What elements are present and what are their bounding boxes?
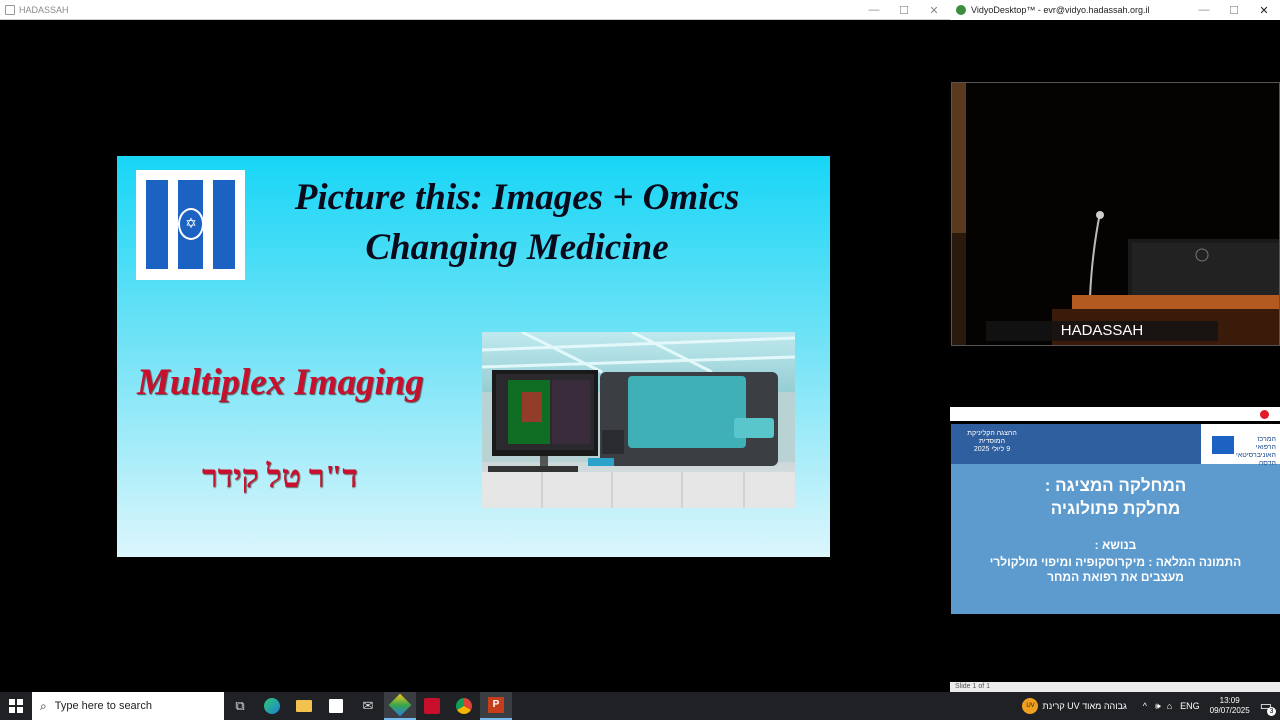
start-button[interactable] — [0, 692, 32, 720]
vidyo-close-button[interactable]: ✕ — [1248, 0, 1280, 20]
topic-line2: מעצבים את רפואת המחר — [1047, 570, 1184, 584]
shared-slide-header: ההצגה הקליניקת המוסדית 9 ליולי 2025 — [951, 424, 1201, 464]
notification-count: 3 — [1267, 707, 1276, 716]
star-of-david-icon: ✡ — [178, 208, 204, 240]
shared-slide-date: 9 ליולי 2025 — [973, 446, 1011, 453]
clock[interactable]: 13:09 09/07/2025 — [1210, 696, 1250, 716]
viewer-statusbar: Slide 1 of 1 — [950, 682, 1280, 692]
slide-subtitle: Multiplex Imaging — [137, 362, 424, 403]
notification-icon[interactable]: ▭ 3 — [1260, 698, 1276, 716]
presentation-window: HADASSAH — ☐ ✕ ✡ Picture this: Images + … — [0, 0, 950, 692]
windows-icon — [9, 699, 23, 713]
vidyo-minimize-button[interactable]: — — [1188, 0, 1220, 20]
presentation-titlebar[interactable]: HADASSAH — ☐ ✕ — [0, 0, 950, 20]
hadassah-medical-center-logo: המרכז הרפואי האוניברסיטאי הדסה — [1206, 428, 1276, 467]
hadassah-logo-mark — [1212, 436, 1234, 454]
vidyo-icon — [956, 5, 966, 15]
slide-title-line1: Picture this: Images + Omics — [294, 177, 740, 218]
topic-label: בנושא : — [1094, 538, 1137, 552]
close-button[interactable]: ✕ — [918, 0, 950, 20]
system-tray: UV קרינת UV גבוהה מאוד ^ 🕪 ⌂ ENG 13:09 0… — [1022, 692, 1280, 720]
camera-label: HADASSAH — [986, 321, 1218, 341]
taskbar: ⌕ Type here to search ⧉ ✉ P UV קרינת UV … — [0, 692, 1280, 720]
department-line2: מחלקת פתולוגיה — [1050, 499, 1181, 518]
window-app-icon — [5, 4, 15, 15]
task-view-icon[interactable]: ⧉ — [224, 692, 256, 720]
volume-icon[interactable]: 🕪 — [1155, 701, 1161, 712]
chrome-icon[interactable] — [448, 692, 480, 720]
search-icon: ⌕ — [40, 698, 47, 713]
camera-feed[interactable]: HADASSAH — [951, 82, 1280, 346]
vidyo-window: VidyoDesktop™ - evr@vidyo.hadassah.org.i… — [950, 0, 1280, 692]
shared-content-slide[interactable]: ההצגה הקליניקת המוסדית 9 ליולי 2025 המרכ… — [951, 424, 1280, 614]
edge-icon[interactable] — [256, 692, 288, 720]
lab-instrument-photo — [482, 332, 795, 508]
file-explorer-icon[interactable] — [288, 692, 320, 720]
window-title: HADASSAH — [19, 4, 69, 15]
presenter-name: ד"ר טל קידר — [202, 458, 358, 494]
search-placeholder: Type here to search — [54, 700, 152, 712]
maximize-button[interactable]: ☐ — [888, 0, 920, 20]
vidyo-window-title: VidyoDesktop™ - evr@vidyo.hadassah.org.i… — [971, 5, 1150, 15]
record-indicator-icon — [1260, 410, 1269, 419]
shared-content-header — [950, 407, 1280, 421]
vidyo-maximize-button[interactable]: ☐ — [1218, 0, 1250, 20]
language-indicator[interactable]: ENG — [1180, 701, 1200, 711]
mail-icon[interactable]: ✉ — [352, 692, 384, 720]
powerpoint-icon[interactable]: P — [480, 692, 512, 720]
network-icon[interactable]: ⌂ — [1167, 701, 1172, 711]
taskbar-search-box[interactable]: ⌕ Type here to search — [32, 692, 224, 720]
store-icon[interactable] — [320, 692, 352, 720]
vidyo-titlebar[interactable]: VidyoDesktop™ - evr@vidyo.hadassah.org.i… — [950, 0, 1280, 20]
topic-line1: התמונה המלאה : מיקרוסקופיה ומיפוי מולקול… — [989, 555, 1242, 569]
hadassah-logo-mark: ✡ — [146, 180, 235, 269]
shared-slide-header-title: ההצגה הקליניקת המוסדית — [967, 430, 1017, 445]
uv-weather-text[interactable]: קרינת UV גבוהה מאוד — [1042, 701, 1126, 711]
hadassah-logo: ✡ — [136, 170, 245, 280]
slide-counter: Slide 1 of 1 — [955, 683, 991, 690]
department-line1: המחלקה המציגה : — [1044, 476, 1187, 495]
app-red-icon[interactable] — [416, 692, 448, 720]
minimize-button[interactable]: — — [858, 0, 890, 20]
slide-title-line2: Changing Medicine — [365, 227, 669, 268]
vidyo-taskbar-icon[interactable] — [384, 692, 416, 720]
presentation-slide: ✡ Picture this: Images + Omics Changing … — [117, 156, 830, 557]
chevron-up-icon[interactable]: ^ — [1143, 701, 1147, 711]
uv-badge-icon[interactable]: UV — [1022, 698, 1039, 714]
